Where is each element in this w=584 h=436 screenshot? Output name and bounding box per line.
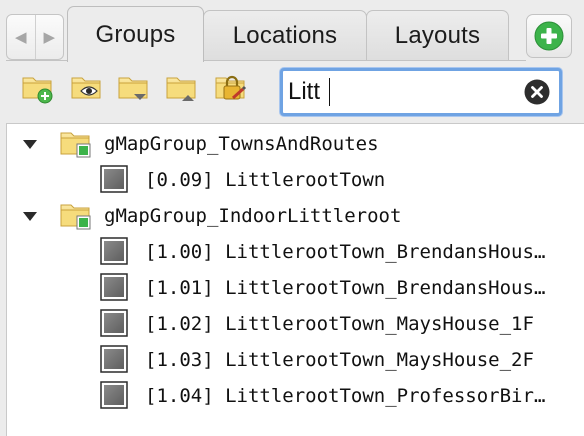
toggle-empty-groups-button[interactable] (70, 70, 104, 106)
tab-groups[interactable]: Groups (67, 6, 204, 62)
add-button[interactable] (526, 14, 572, 58)
folder-lock-icon (215, 75, 247, 100)
map-label: [1.04] LittlerootTown_ProfessorBirchsLab (145, 385, 555, 407)
tab-layouts[interactable]: Layouts (366, 10, 509, 60)
tab-scroll-arrows: ◀ ▶ (6, 14, 64, 60)
tree-map-row[interactable]: [1.00] LittlerootTown_BrendansHouse_1F (7, 234, 584, 270)
map-label: [1.01] LittlerootTown_BrendansHouse_2F (145, 277, 555, 299)
map-label: [1.03] LittlerootTown_MaysHouse_2F (145, 349, 534, 371)
text-caret (329, 78, 330, 106)
folder-collapse-icon (166, 77, 196, 101)
map-icon (100, 237, 128, 265)
disclosure-triangle-icon[interactable] (23, 140, 37, 149)
group-label: gMapGroup_IndoorLittleroot (104, 205, 402, 227)
map-group-tree[interactable]: gMapGroup_TownsAndRoutes [0.09] Littlero… (6, 123, 584, 436)
tab-locations[interactable]: Locations (203, 10, 367, 60)
folder-add-icon (22, 77, 53, 104)
map-label: [0.09] LittlerootTown (145, 169, 386, 191)
folder-expand-icon (118, 77, 148, 100)
disclosure-triangle-icon[interactable] (23, 212, 37, 221)
folder-eye-icon (71, 77, 101, 99)
map-icon (100, 273, 128, 301)
map-label: [1.02] LittlerootTown_MaysHouse_1F (145, 313, 534, 335)
collapse-all-button[interactable] (165, 70, 199, 106)
tab-scroll-right-icon[interactable]: ▶ (34, 15, 64, 59)
tree-map-row[interactable]: [1.04] LittlerootTown_ProfessorBirchsLab (7, 378, 584, 414)
search-input[interactable] (288, 74, 508, 110)
clear-search-icon[interactable] (524, 79, 550, 105)
group-label: gMapGroup_TownsAndRoutes (104, 133, 379, 155)
map-icon (100, 165, 128, 193)
tree-map-row[interactable]: [1.01] LittlerootTown_BrendansHouse_2F (7, 270, 584, 306)
tree-map-row[interactable]: [1.02] LittlerootTown_MaysHouse_1F (7, 306, 584, 342)
expand-all-button[interactable] (117, 70, 151, 106)
lock-folders-button[interactable] (214, 70, 248, 106)
map-icon (100, 345, 128, 373)
map-label: [1.00] LittlerootTown_BrendansHouse_1F (145, 241, 555, 263)
tree-map-row[interactable]: [1.03] LittlerootTown_MaysHouse_2F (7, 342, 584, 378)
tree-group-row[interactable]: gMapGroup_TownsAndRoutes (7, 126, 584, 162)
tab-scroll-left-icon[interactable]: ◀ (7, 15, 35, 59)
map-icon (100, 309, 128, 337)
tree-map-row[interactable]: [0.09] LittlerootTown (7, 162, 584, 198)
plus-circle-icon (534, 21, 564, 51)
folder-map-group-icon (60, 132, 91, 158)
add-group-button[interactable] (21, 70, 55, 106)
folder-map-group-icon (60, 204, 91, 230)
search-field[interactable] (280, 68, 562, 116)
map-icon (100, 381, 128, 409)
tree-group-row[interactable]: gMapGroup_IndoorLittleroot (7, 198, 584, 234)
